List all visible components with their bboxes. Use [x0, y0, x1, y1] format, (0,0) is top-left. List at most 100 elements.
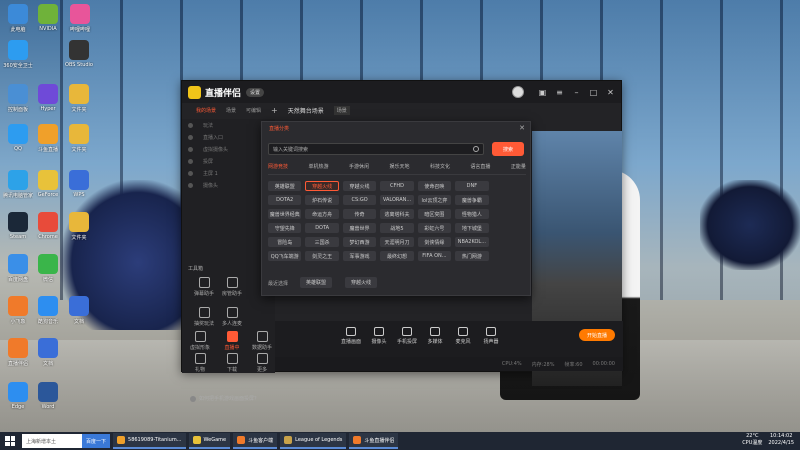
- desktop-icon[interactable]: 控制面板: [3, 84, 33, 113]
- desktop-icon[interactable]: Chrome: [33, 212, 63, 240]
- game-chip[interactable]: 怪物猎人: [455, 209, 489, 219]
- category-tab[interactable]: 单机热游: [308, 163, 328, 170]
- tool-button[interactable]: 直播中: [218, 331, 246, 351]
- game-chip[interactable]: 魔兽世界: [342, 223, 377, 233]
- game-chip[interactable]: NBA2KOL...: [455, 237, 489, 247]
- taskbar-app[interactable]: WeGame: [188, 433, 231, 449]
- game-chip[interactable]: 热门网游: [455, 251, 489, 261]
- control-button[interactable]: 摄像头: [367, 327, 391, 345]
- game-chip[interactable]: 冒险岛: [268, 237, 302, 247]
- game-chip[interactable]: QQ飞车端游: [268, 251, 302, 261]
- desktop-icon[interactable]: 直播伴侣: [3, 338, 33, 367]
- tab-scene[interactable]: 场景: [226, 107, 236, 114]
- tool-button[interactable]: 抽奖玩法: [190, 307, 218, 327]
- desktop-icon[interactable]: 文件夹: [64, 212, 94, 241]
- user-avatar[interactable]: [512, 86, 524, 98]
- tool-button[interactable]: 更多: [248, 353, 276, 373]
- game-chip[interactable]: 剑侠情缘: [417, 237, 452, 247]
- desktop-icon[interactable]: 文件夹: [64, 84, 94, 113]
- game-chip[interactable]: 守望先锋: [268, 223, 302, 233]
- game-chip[interactable]: 彩虹六号: [417, 223, 452, 233]
- game-chip[interactable]: 魔兽世界经典: [268, 209, 302, 219]
- control-button[interactable]: 手机投屏: [395, 327, 419, 345]
- control-button[interactable]: 麦克风: [451, 327, 475, 345]
- visibility-icon[interactable]: [188, 170, 193, 176]
- minimize-icon[interactable]: –: [572, 88, 581, 97]
- game-chip[interactable]: 天涯明月刀: [380, 237, 414, 247]
- desktop-icon[interactable]: 小飞象: [3, 296, 33, 325]
- clock[interactable]: 10:14:02 2022/4/15: [768, 433, 794, 447]
- game-chip[interactable]: 逃离塔科夫: [380, 209, 414, 219]
- game-chip[interactable]: 梦幻西游: [342, 237, 377, 247]
- help-notice[interactable]: 如何把手机游戏画面投屏？: [190, 395, 259, 402]
- tab-editable[interactable]: 可编辑: [246, 107, 261, 114]
- category-search-input[interactable]: 输入关键词搜索: [268, 143, 484, 155]
- game-chip[interactable]: 炉石传说: [305, 195, 339, 205]
- desktop-icon[interactable]: 百度网盘: [3, 254, 33, 283]
- control-button[interactable]: 多媒体: [423, 327, 447, 345]
- desktop-icon[interactable]: WPS: [64, 170, 94, 198]
- desktop-icon[interactable]: Hyper: [33, 84, 63, 112]
- start-live-button[interactable]: 开始直播: [579, 329, 615, 341]
- desktop-icon[interactable]: QQ: [3, 124, 33, 152]
- game-chip[interactable]: DOTA: [305, 223, 339, 233]
- tool-button[interactable]: 下载: [218, 353, 246, 373]
- tool-button[interactable]: 多人连麦: [218, 307, 246, 327]
- tool-button[interactable]: 弹幕助手: [190, 277, 218, 297]
- recent-item[interactable]: 英雄联盟: [300, 277, 333, 288]
- game-chip[interactable]: 剑灵之王: [305, 251, 339, 261]
- taskbar-app[interactable]: 斗鱼直播伴侣: [349, 433, 399, 449]
- add-scene-icon[interactable]: +: [271, 106, 278, 115]
- desktop-icon[interactable]: 酷狗音乐: [33, 296, 63, 325]
- desktop-icon[interactable]: 360安全卫士: [3, 40, 33, 69]
- game-chip[interactable]: 传奇: [342, 209, 377, 219]
- taskbar-search-input[interactable]: 上海新增本土: [22, 434, 82, 448]
- scene-name[interactable]: 天然舞台场景: [288, 106, 324, 115]
- game-chip[interactable]: 穿越火线: [342, 181, 377, 191]
- game-chip[interactable]: CS:GO: [342, 195, 377, 205]
- search-button[interactable]: 搜索: [492, 142, 524, 156]
- tab-my-scene[interactable]: 我的场景: [196, 107, 216, 114]
- category-tab[interactable]: 语言直播: [470, 163, 490, 170]
- game-chip[interactable]: 英雄联盟: [268, 181, 302, 191]
- game-chip[interactable]: 军事游戏: [342, 251, 377, 261]
- start-button[interactable]: [2, 433, 18, 449]
- taskbar-app[interactable]: League of Legends: [280, 433, 347, 449]
- desktop-icon[interactable]: GeForce: [33, 170, 63, 198]
- category-tab[interactable]: 手游休闲: [349, 163, 369, 170]
- desktop-icon[interactable]: 腾讯电脑管家: [3, 170, 33, 199]
- visibility-icon[interactable]: [188, 158, 193, 164]
- taskbar-search-button[interactable]: 百度一下: [82, 434, 111, 448]
- recent-item[interactable]: 穿越火线: [345, 277, 378, 288]
- desktop-icon[interactable]: Edge: [3, 382, 33, 410]
- game-chip[interactable]: 最终幻想: [380, 251, 414, 261]
- desktop-icon[interactable]: NVIDIA: [33, 4, 63, 32]
- game-chip[interactable]: 魔兽争霸: [455, 195, 489, 205]
- tool-button[interactable]: 礼物: [186, 353, 214, 373]
- settings-badge[interactable]: 设置: [246, 87, 265, 97]
- category-tab[interactable]: 娱乐天地: [389, 163, 409, 170]
- category-tab[interactable]: 网游竞技: [268, 163, 288, 170]
- tool-button[interactable]: 数据助手: [248, 331, 276, 351]
- close-icon[interactable]: ✕: [606, 88, 615, 97]
- desktop-icon[interactable]: 微信: [33, 254, 63, 283]
- desktop-icon[interactable]: Steam: [3, 212, 33, 240]
- close-icon[interactable]: ✕: [519, 124, 525, 132]
- menu-icon[interactable]: ≡: [555, 88, 564, 97]
- game-chip[interactable]: CFHD: [380, 181, 414, 191]
- desktop-icon[interactable]: 哔哩哔哩: [65, 4, 95, 33]
- desktop-icon[interactable]: OBS Studio: [64, 40, 94, 68]
- game-chip[interactable]: 命运方舟: [305, 209, 339, 219]
- maximize-icon[interactable]: □: [589, 88, 598, 97]
- control-button[interactable]: 扬声器: [479, 327, 503, 345]
- visibility-icon[interactable]: [188, 182, 193, 188]
- desktop-icon[interactable]: 文档: [33, 338, 63, 367]
- desktop-icon[interactable]: 斗鱼直播: [33, 124, 63, 153]
- game-chip[interactable]: 战地5: [380, 223, 414, 233]
- game-chip[interactable]: 暗区突围: [417, 209, 452, 219]
- skin-icon[interactable]: ▣: [538, 88, 547, 97]
- category-tab[interactable]: 科技文化: [430, 163, 450, 170]
- game-chip[interactable]: FIFA ON...: [417, 251, 452, 261]
- taskbar-app[interactable]: 斗鱼客户端: [233, 433, 278, 449]
- game-chip[interactable]: 穿越火线: [305, 181, 339, 191]
